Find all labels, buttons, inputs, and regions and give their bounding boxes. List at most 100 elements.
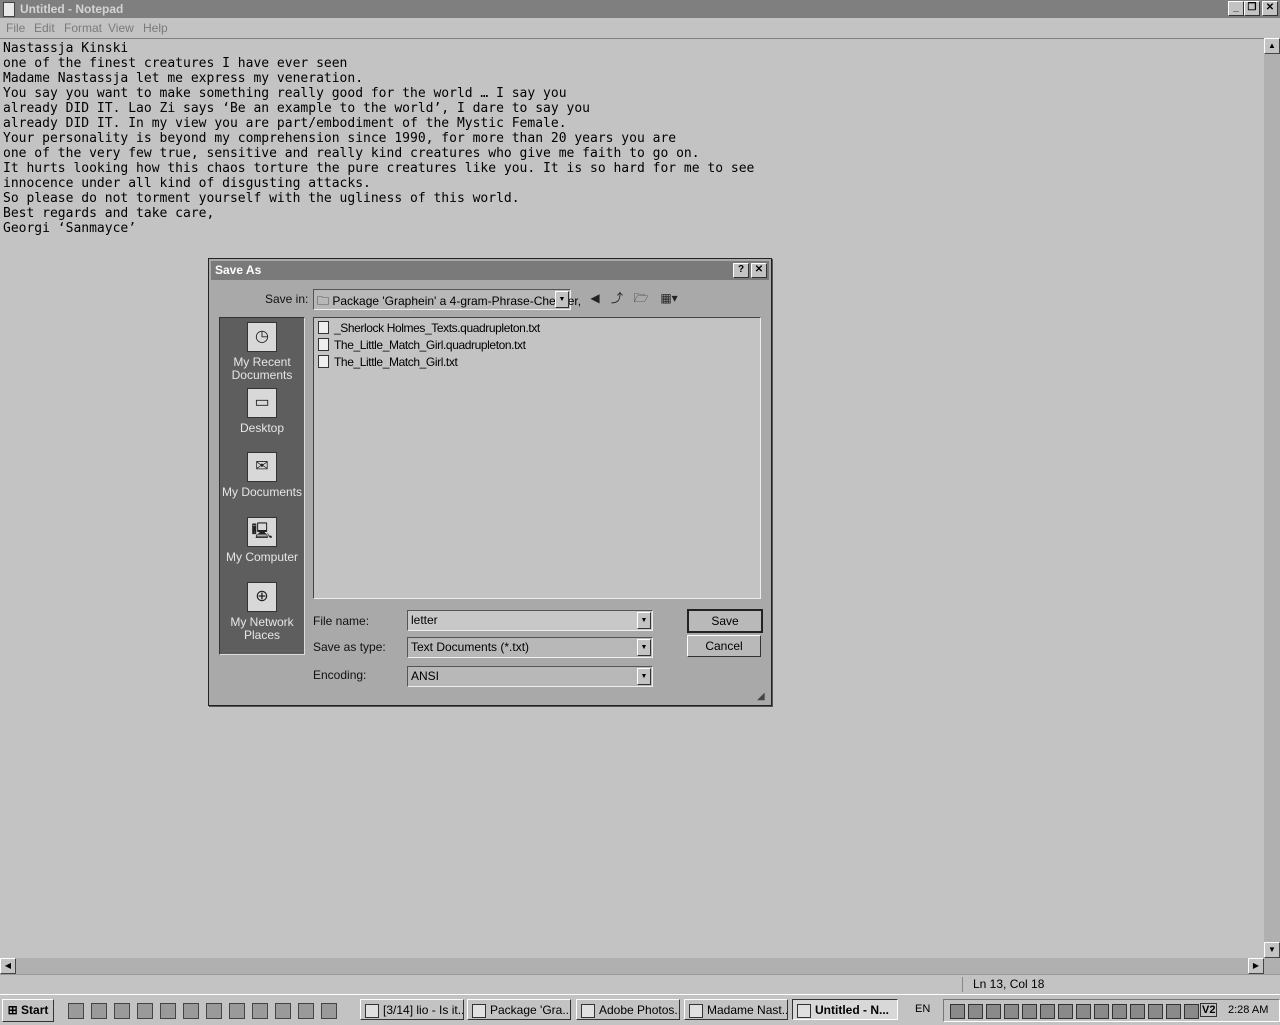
quicklaunch-icon[interactable] bbox=[183, 1003, 199, 1019]
task-label: [3/14] lio - Is it... bbox=[383, 1003, 464, 1017]
notepad-icon bbox=[3, 2, 15, 17]
new-folder-icon[interactable]: 🗁 bbox=[633, 290, 649, 306]
tray-icon[interactable] bbox=[1022, 1004, 1037, 1019]
list-item[interactable]: The_Little_Match_Girl.txt bbox=[318, 355, 458, 369]
quicklaunch-icon[interactable] bbox=[275, 1003, 291, 1019]
tray-icon[interactable] bbox=[1166, 1004, 1181, 1019]
scroll-right-icon[interactable]: ▶ bbox=[1248, 958, 1264, 974]
quicklaunch-icon[interactable] bbox=[229, 1003, 245, 1019]
minimize-button[interactable]: _ bbox=[1228, 1, 1244, 16]
encoding-value: ANSI bbox=[411, 669, 440, 683]
tray-icon[interactable] bbox=[1112, 1004, 1127, 1019]
quicklaunch-icon[interactable] bbox=[91, 1003, 107, 1019]
file-name-input[interactable]: letter ▼ bbox=[407, 610, 653, 631]
save-in-value: Package 'Graphein' a 4-gram-Phrase-Check… bbox=[332, 294, 582, 308]
file-name: The_Little_Match_Girl.quadrupleton.txt bbox=[334, 338, 526, 352]
tray-icon[interactable] bbox=[968, 1004, 983, 1019]
encoding-label: Encoding: bbox=[313, 668, 367, 682]
photoshop-icon bbox=[581, 1004, 595, 1018]
editor-text[interactable]: Nastassja Kinski one of the finest creat… bbox=[3, 41, 754, 236]
chevron-down-icon[interactable]: ▼ bbox=[637, 668, 651, 685]
menu-edit[interactable]: Edit bbox=[34, 21, 55, 35]
dialog-title-bar[interactable]: Save As ? ✕ bbox=[211, 261, 769, 280]
task-button-active[interactable]: Untitled - N... bbox=[792, 999, 898, 1020]
save-button[interactable]: Save bbox=[687, 609, 763, 633]
tray-icon[interactable] bbox=[986, 1004, 1001, 1019]
tray-icon[interactable] bbox=[1184, 1004, 1199, 1019]
place-recent-documents[interactable]: ◷ My Recent Documents bbox=[220, 322, 304, 382]
tray-icon[interactable] bbox=[1148, 1004, 1163, 1019]
view-menu-icon[interactable]: ▦▾ bbox=[657, 290, 681, 306]
vertical-scrollbar[interactable]: ▲ ▼ bbox=[1264, 38, 1280, 958]
quicklaunch-icon[interactable] bbox=[68, 1003, 84, 1019]
place-my-network-places[interactable]: ⊕ My Network Places bbox=[220, 582, 304, 642]
folder-icon: 🗀 bbox=[317, 294, 333, 308]
language-indicator[interactable]: EN bbox=[915, 1003, 935, 1015]
list-item[interactable]: _Sherlock Holmes_Texts.quadrupleton.txt bbox=[318, 321, 540, 335]
my-documents-icon: ✉ bbox=[247, 452, 277, 482]
task-label: Package 'Gra... bbox=[490, 1003, 571, 1017]
task-button[interactable]: Adobe Photos... bbox=[576, 999, 680, 1020]
dialog-title: Save As bbox=[215, 263, 262, 277]
clock[interactable]: 2:28 AM bbox=[1228, 1004, 1268, 1016]
task-button[interactable]: Package 'Gra... bbox=[467, 999, 571, 1020]
scroll-up-icon[interactable]: ▲ bbox=[1264, 38, 1280, 54]
task-button[interactable]: Madame Nast... bbox=[684, 999, 788, 1020]
quicklaunch-icon[interactable] bbox=[298, 1003, 314, 1019]
tray-icon[interactable] bbox=[1004, 1004, 1019, 1019]
cancel-button[interactable]: Cancel bbox=[687, 635, 761, 657]
text-file-icon bbox=[318, 321, 329, 334]
quicklaunch-icon[interactable] bbox=[137, 1003, 153, 1019]
horizontal-scrollbar[interactable]: ◀ ▶ bbox=[0, 958, 1280, 974]
place-label: My Recent Documents bbox=[231, 355, 293, 382]
file-name-label: File name: bbox=[313, 614, 370, 628]
tray-icon[interactable] bbox=[1094, 1004, 1109, 1019]
back-icon[interactable]: ◀ bbox=[587, 290, 603, 306]
chevron-down-icon[interactable]: ▼ bbox=[555, 291, 569, 308]
tray-icon[interactable] bbox=[1058, 1004, 1073, 1019]
folder-icon bbox=[472, 1004, 486, 1018]
save-as-type-dropdown[interactable]: Text Documents (*.txt) ▼ bbox=[407, 637, 653, 658]
quicklaunch-icon[interactable] bbox=[206, 1003, 222, 1019]
quicklaunch-icon[interactable] bbox=[252, 1003, 268, 1019]
place-my-computer[interactable]: 🖳 My Computer bbox=[220, 517, 304, 564]
up-folder-icon[interactable]: ⤴ bbox=[609, 290, 625, 306]
list-item[interactable]: The_Little_Match_Girl.quadrupleton.txt bbox=[318, 338, 526, 352]
start-button[interactable]: ⊞ Start bbox=[2, 999, 54, 1022]
restore-button[interactable]: ❐ bbox=[1244, 1, 1260, 16]
chevron-down-icon[interactable]: ▼ bbox=[637, 639, 651, 656]
scroll-down-icon[interactable]: ▼ bbox=[1264, 942, 1280, 958]
save-in-value-wrap: 🗀 Package 'Graphein' a 4-gram-Phrase-Che… bbox=[317, 292, 581, 313]
place-label: My Documents bbox=[221, 485, 303, 499]
title-bar[interactable]: Untitled - Notepad _ ❐ ✕ bbox=[0, 0, 1280, 18]
dialog-help-button[interactable]: ? bbox=[733, 263, 749, 278]
menu-file[interactable]: File bbox=[6, 21, 25, 35]
menu-format[interactable]: Format bbox=[64, 21, 102, 35]
tray-icon[interactable] bbox=[1130, 1004, 1145, 1019]
app-icon bbox=[365, 1004, 379, 1018]
file-name: _Sherlock Holmes_Texts.quadrupleton.txt bbox=[334, 321, 540, 335]
save-in-label: Save in: bbox=[265, 292, 309, 306]
save-in-dropdown[interactable]: 🗀 Package 'Graphein' a 4-gram-Phrase-Che… bbox=[313, 289, 581, 310]
save-as-type-value: Text Documents (*.txt) bbox=[411, 640, 530, 654]
place-my-documents[interactable]: ✉ My Documents bbox=[220, 452, 304, 499]
quicklaunch-icon[interactable] bbox=[114, 1003, 130, 1019]
tray-icon[interactable] bbox=[950, 1004, 965, 1019]
browser-icon bbox=[689, 1004, 703, 1018]
tray-icon[interactable] bbox=[1076, 1004, 1091, 1019]
quicklaunch-icon[interactable] bbox=[160, 1003, 176, 1019]
dialog-close-button[interactable]: ✕ bbox=[751, 263, 767, 278]
close-button[interactable]: ✕ bbox=[1262, 1, 1278, 16]
file-list[interactable]: _Sherlock Holmes_Texts.quadrupleton.txt … bbox=[313, 317, 761, 599]
menu-help[interactable]: Help bbox=[143, 21, 168, 35]
tray-icon[interactable] bbox=[1040, 1004, 1055, 1019]
scroll-left-icon[interactable]: ◀ bbox=[0, 958, 16, 974]
place-desktop[interactable]: ▭ Desktop bbox=[220, 388, 304, 435]
chevron-down-icon[interactable]: ▼ bbox=[637, 612, 651, 629]
resize-grip-icon[interactable]: ◢ bbox=[757, 691, 765, 702]
tray-label[interactable]: V2 bbox=[1200, 1003, 1218, 1017]
task-button[interactable]: [3/14] lio - Is it... bbox=[360, 999, 464, 1020]
menu-view[interactable]: View bbox=[108, 21, 134, 35]
quicklaunch-icon[interactable] bbox=[321, 1003, 337, 1019]
encoding-dropdown[interactable]: ANSI ▼ bbox=[407, 666, 653, 687]
